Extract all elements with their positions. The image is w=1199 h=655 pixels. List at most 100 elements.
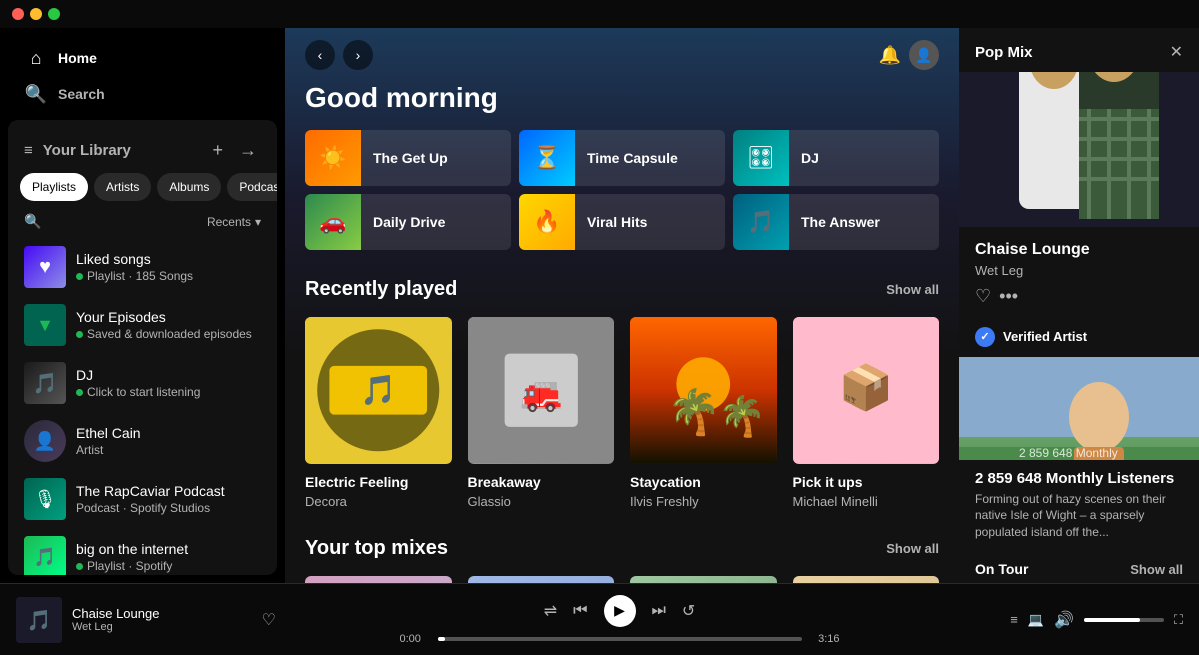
pick-it-ups-name: Pick it ups xyxy=(793,474,940,490)
list-item[interactable]: ▼ Your Episodes Saved & downloaded episo… xyxy=(16,296,269,354)
pick-it-ups-thumb: 📦 xyxy=(793,317,940,464)
notifications-button[interactable]: 🔔 xyxy=(879,45,901,66)
previous-button[interactable]: ⏮ xyxy=(573,602,587,620)
ethel-cain-thumb: 👤 xyxy=(24,420,66,462)
panel-close-button[interactable]: ✕ xyxy=(1170,42,1183,62)
filter-playlists[interactable]: Playlists xyxy=(20,173,88,201)
rapcaviar-sub: Podcast · Spotify Studios xyxy=(76,501,261,515)
rapcaviar-name: The RapCaviar Podcast xyxy=(76,483,261,499)
episodes-name: Your Episodes xyxy=(76,309,261,325)
nav-arrows: ‹ › xyxy=(305,40,373,70)
quick-item-viral-hits[interactable]: 🔥 Viral Hits xyxy=(519,194,725,250)
repeat-button[interactable]: ↺ xyxy=(682,601,695,621)
list-item[interactable]: 👤 Ethel Cain Artist xyxy=(16,412,269,470)
card-pick-it-ups[interactable]: 📦 Pick it ups Michael Minelli xyxy=(793,317,940,509)
card-mix-3[interactable]: ▶ Daily Mix 3 xyxy=(630,576,777,584)
sidebar-search-label: Search xyxy=(58,86,105,102)
close-traffic-light[interactable] xyxy=(12,8,24,20)
card-electric-feeling[interactable]: 🎵 Electric Feeling Decora xyxy=(305,317,452,509)
svg-text:📦: 📦 xyxy=(838,362,893,412)
on-tour-header: On Tour Show all xyxy=(959,551,1199,583)
ethel-cain-name: Ethel Cain xyxy=(76,425,261,441)
quick-item-the-answer[interactable]: 🎵 The Answer xyxy=(733,194,939,250)
on-tour-show-all[interactable]: Show all xyxy=(1130,562,1183,577)
volume-bar[interactable] xyxy=(1084,618,1164,622)
sort-label[interactable]: Recents ▾ xyxy=(207,215,261,229)
track-more-button[interactable]: ••• xyxy=(999,286,1018,307)
recently-played-header: Recently played Show all xyxy=(305,278,939,301)
breakaway-thumb: 🚒 xyxy=(468,317,615,464)
big-internet-sub: Playlist · Spotify xyxy=(76,559,261,573)
quick-item-time-capsule[interactable]: ⏳ Time Capsule xyxy=(519,130,725,186)
sidebar-item-search[interactable]: 🔍 Search xyxy=(16,76,269,112)
devices-button[interactable]: 💻 xyxy=(1028,612,1044,628)
top-mixes-show-all[interactable]: Show all xyxy=(886,541,939,556)
nav-back-button[interactable]: ‹ xyxy=(305,40,335,70)
volume-fill xyxy=(1084,618,1140,622)
card-staycation[interactable]: 🌴 🌴 Staycation Ilvis Freshly xyxy=(630,317,777,509)
quick-item-daily-drive[interactable]: 🚗 Daily Drive xyxy=(305,194,511,250)
list-item[interactable]: 🎙 The RapCaviar Podcast Podcast · Spotif… xyxy=(16,470,269,528)
svg-text:2 859 648 Monthly: 2 859 648 Monthly xyxy=(1019,446,1118,460)
list-item[interactable]: 🎵 big on the internet Playlist · Spotify xyxy=(16,528,269,575)
recently-played-cards: 🎵 Electric Feeling Decora 🚒 xyxy=(305,317,939,509)
quick-item-dj[interactable]: 🎛 DJ xyxy=(733,130,939,186)
main-scroll: Good morning ☀️ The Get Up ⏳ Time Capsul… xyxy=(285,82,959,583)
user-avatar[interactable]: 👤 xyxy=(909,40,939,70)
mix-2-thumb: ▶ xyxy=(468,576,615,584)
card-mix-2[interactable]: ▶ Daily Mix 2 xyxy=(468,576,615,584)
big-internet-info: big on the internet Playlist · Spotify xyxy=(76,541,261,573)
minimize-traffic-light[interactable] xyxy=(30,8,42,20)
fullscreen-button[interactable]: ⛶ xyxy=(1174,612,1183,628)
quick-item-the-get-up[interactable]: ☀️ The Get Up xyxy=(305,130,511,186)
progress-track[interactable] xyxy=(438,637,802,641)
volume-icon[interactable]: 🔊 xyxy=(1054,610,1074,630)
track-info: Chaise Lounge Wet Leg ♡ ••• xyxy=(959,227,1199,317)
episodes-sub: Saved & downloaded episodes xyxy=(76,327,261,341)
player-artist: Wet Leg xyxy=(72,621,252,633)
nav-forward-button[interactable]: › xyxy=(343,40,373,70)
list-item[interactable]: 🎵 DJ Click to start listening xyxy=(16,354,269,412)
play-button[interactable]: ▶ xyxy=(604,595,636,627)
player-heart-button[interactable]: ♡ xyxy=(262,610,276,630)
library-search-button[interactable]: 🔍 xyxy=(24,213,41,230)
breakaway-name: Breakaway xyxy=(468,474,615,490)
track-actions: ♡ ••• xyxy=(975,286,1183,307)
card-mix-4[interactable]: ▶ Daily Mix 4 xyxy=(793,576,940,584)
expand-library-button[interactable]: → xyxy=(235,136,261,165)
filter-artists[interactable]: Artists xyxy=(94,173,151,201)
progress-bar: 0:00 3:16 xyxy=(400,633,840,645)
electric-feeling-name: Electric Feeling xyxy=(305,474,452,490)
the-get-up-name: The Get Up xyxy=(373,150,448,166)
staycation-name: Staycation xyxy=(630,474,777,490)
dj-info: DJ Click to start listening xyxy=(76,367,261,399)
player-track-name: Chaise Lounge xyxy=(72,606,252,621)
track-like-button[interactable]: ♡ xyxy=(975,286,991,307)
rapcaviar-thumb: 🎙 xyxy=(24,478,66,520)
list-item[interactable]: ♥ Liked songs Playlist · 185 Songs xyxy=(16,238,269,296)
player-center: ⇌ ⏮ ▶ ⏭ ↺ 0:00 3:16 xyxy=(276,595,963,645)
queue-button[interactable]: ≡ xyxy=(1010,612,1018,627)
filter-albums[interactable]: Albums xyxy=(157,173,221,201)
verified-check-icon: ✓ xyxy=(975,327,995,347)
card-mix-1[interactable]: ▶ Daily Mix 1 xyxy=(305,576,452,584)
maximize-traffic-light[interactable] xyxy=(48,8,60,20)
sidebar-item-home[interactable]: ⌂ Home xyxy=(16,40,269,76)
daily-drive-name: Daily Drive xyxy=(373,214,445,230)
add-library-button[interactable]: + xyxy=(208,136,227,165)
sidebar: ⌂ Home 🔍 Search ≡ Your Library + → xyxy=(0,28,285,583)
svg-text:🌴: 🌴 xyxy=(718,393,767,438)
shuffle-button[interactable]: ⇌ xyxy=(544,601,557,621)
next-button[interactable]: ⏭ xyxy=(652,602,666,620)
dj-dot xyxy=(76,389,83,396)
time-capsule-thumb: ⏳ xyxy=(519,130,575,186)
recently-played-title: Recently played xyxy=(305,278,457,301)
episodes-dot xyxy=(76,331,83,338)
pick-it-ups-sub: Michael Minelli xyxy=(793,494,940,509)
filter-podcasts[interactable]: Podcasts xyxy=(227,173,277,201)
recently-played-show-all[interactable]: Show all xyxy=(886,282,939,297)
center-content: ‹ › 🔔 👤 Good morning ☀️ The Get Up xyxy=(285,28,959,583)
on-tour-title: On Tour xyxy=(975,561,1028,577)
card-breakaway[interactable]: 🚒 Breakaway Glassio xyxy=(468,317,615,509)
panel-header: Pop Mix ✕ xyxy=(959,28,1199,72)
